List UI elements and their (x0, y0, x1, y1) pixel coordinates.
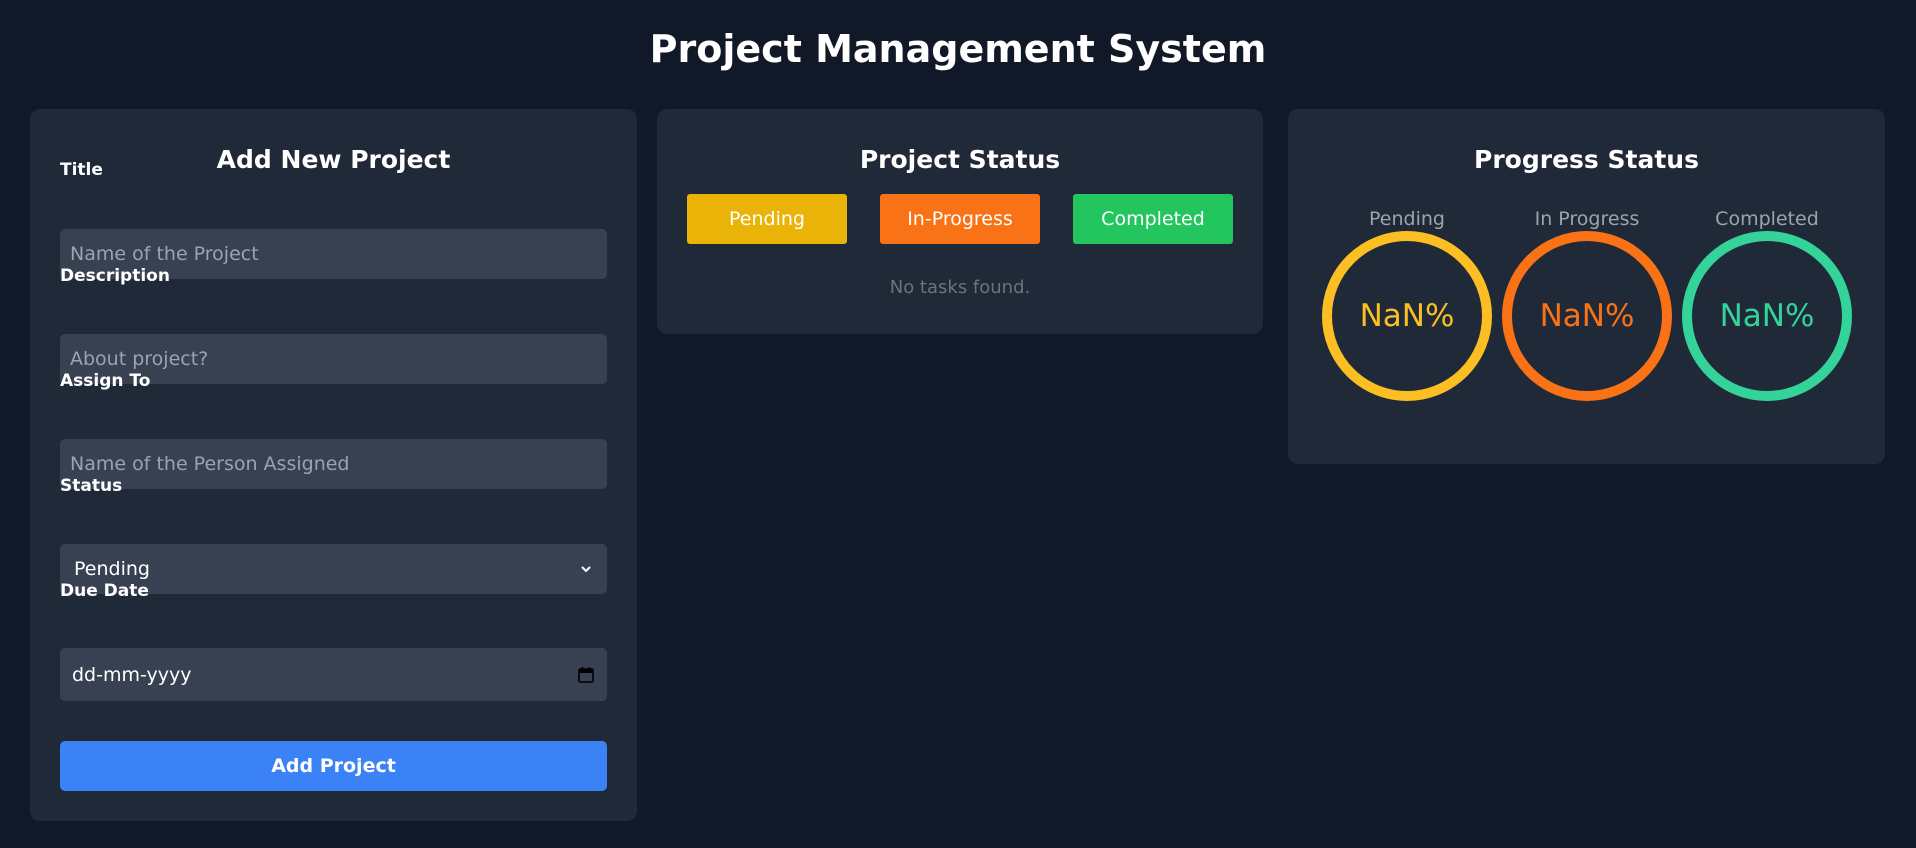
status-label: Status (60, 476, 123, 496)
pending-progress-label: Pending (1369, 208, 1445, 230)
due-date-value: dd-mm-yyyy (72, 663, 192, 686)
due-date-input[interactable]: dd-mm-yyyy (60, 648, 607, 701)
due-date-label: Due Date (60, 581, 149, 601)
project-status-heading: Project Status (859, 145, 1061, 174)
completed-progress: Completed NaN% (1682, 207, 1852, 401)
no-tasks-message: No tasks found. (889, 277, 1031, 298)
project-status-panel: Project Status Pending In-Progress Compl… (657, 109, 1263, 334)
pending-progress: Pending NaN% (1322, 207, 1492, 401)
in-progress-progress-label: In Progress (1534, 208, 1640, 230)
in-progress-progress-value: NaN% (1539, 298, 1635, 334)
page: Project Management System Add New Projec… (0, 0, 1916, 848)
chevron-down-icon (581, 566, 591, 573)
add-project-button[interactable]: Add Project (60, 741, 607, 791)
progress-rings: Pending NaN% In Progress NaN% Completed … (1322, 207, 1852, 401)
pending-progress-ring: NaN% (1322, 231, 1492, 401)
assign-to-input[interactable] (60, 439, 607, 489)
pending-progress-value: NaN% (1359, 298, 1455, 334)
in-progress-progress: In Progress NaN% (1502, 207, 1672, 401)
page-title: Project Management System (649, 27, 1267, 71)
completed-filter-button[interactable]: Completed (1073, 194, 1233, 244)
pending-filter-button[interactable]: Pending (687, 194, 847, 244)
status-filter-group: Pending In-Progress Completed (687, 194, 1233, 244)
status-select-value: Pending (74, 558, 150, 580)
title-label: Title (60, 160, 103, 180)
in-progress-filter-button[interactable]: In-Progress (880, 194, 1040, 244)
add-project-heading: Add New Project (216, 145, 451, 174)
calendar-icon[interactable] (577, 666, 595, 684)
progress-status-heading: Progress Status (1474, 145, 1699, 174)
add-project-panel: Add New Project Title Description Assign… (30, 109, 637, 821)
completed-progress-value: NaN% (1719, 298, 1815, 334)
progress-status-panel: Progress Status Pending NaN% In Progress… (1288, 109, 1885, 464)
in-progress-progress-ring: NaN% (1502, 231, 1672, 401)
completed-progress-ring: NaN% (1682, 231, 1852, 401)
completed-progress-label: Completed (1715, 208, 1819, 230)
assign-to-label: Assign To (60, 371, 151, 391)
description-label: Description (60, 266, 170, 286)
